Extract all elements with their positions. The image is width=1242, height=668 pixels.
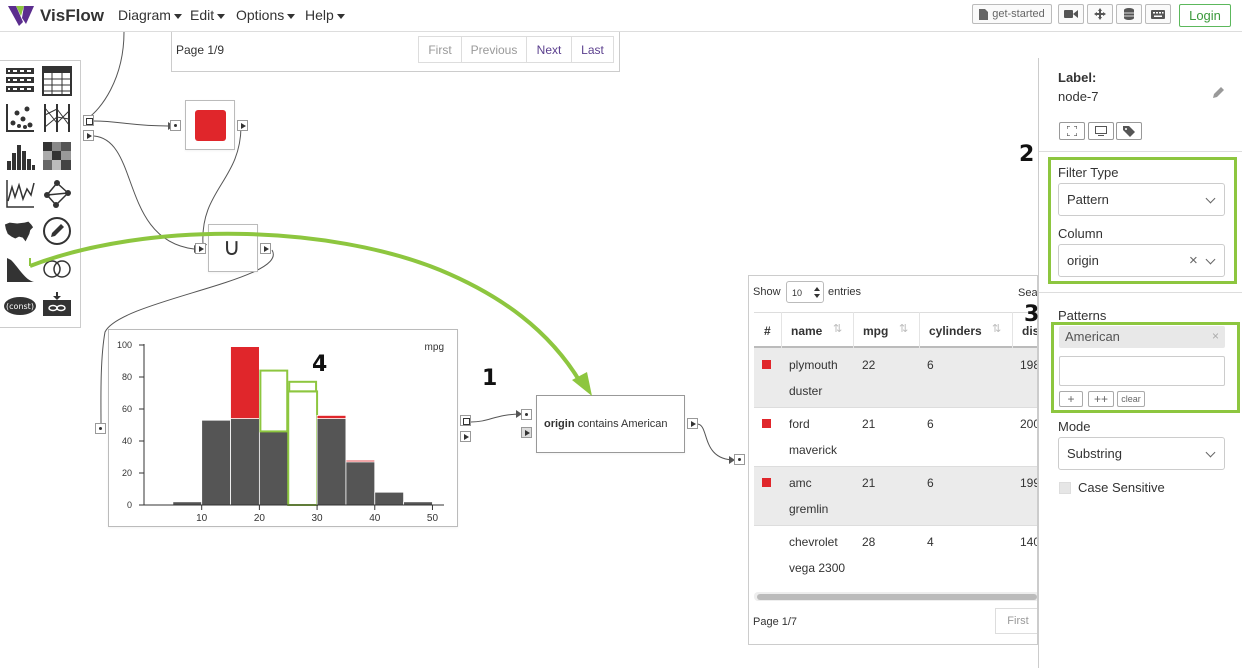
drag-arrow-path [29,231,584,387]
drag-arrow-overlay [29,231,592,396]
